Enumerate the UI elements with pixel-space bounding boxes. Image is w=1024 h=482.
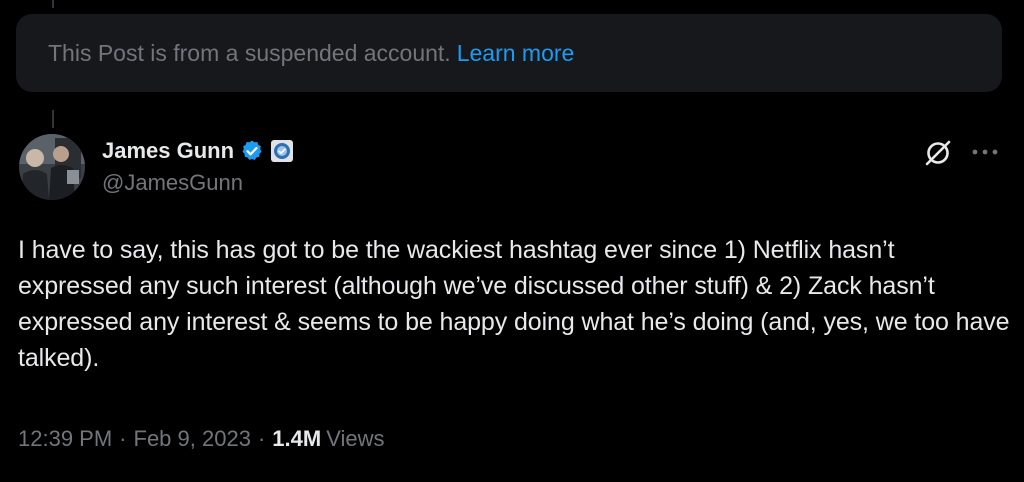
views-count[interactable]: 1.4M xyxy=(272,426,321,452)
author-display-name[interactable]: James Gunn xyxy=(102,138,234,164)
thread-line-connector xyxy=(52,110,54,128)
suspended-notice-text: This Post is from a suspended account. xyxy=(48,39,451,66)
learn-more-link[interactable]: Learn more xyxy=(457,40,575,67)
post-text: I have to say, this has got to be the wa… xyxy=(18,236,1010,372)
views-label: Views xyxy=(326,426,385,451)
thread-line-top xyxy=(52,0,54,8)
more-options-icon[interactable] xyxy=(968,140,1002,164)
grok-icon[interactable] xyxy=(922,137,954,169)
author-name-row: James Gunn xyxy=(102,134,294,168)
post-date[interactable]: Feb 9, 2023 xyxy=(134,426,251,452)
affiliate-badge-icon[interactable] xyxy=(270,139,294,163)
author-handle[interactable]: @JamesGunn xyxy=(102,170,243,196)
avatar-image xyxy=(19,134,85,200)
post-time[interactable]: 12:39 PM xyxy=(18,426,112,452)
post-metadata: 12:39 PM · Feb 9, 2023 · 1.4M Views xyxy=(18,426,384,452)
suspended-account-notice: This Post is from a suspended account. L… xyxy=(16,14,1002,92)
verified-badge-icon[interactable] xyxy=(240,139,264,163)
separator-dot: · xyxy=(119,426,127,451)
avatar[interactable] xyxy=(19,134,85,200)
separator-dot: · xyxy=(257,426,266,451)
